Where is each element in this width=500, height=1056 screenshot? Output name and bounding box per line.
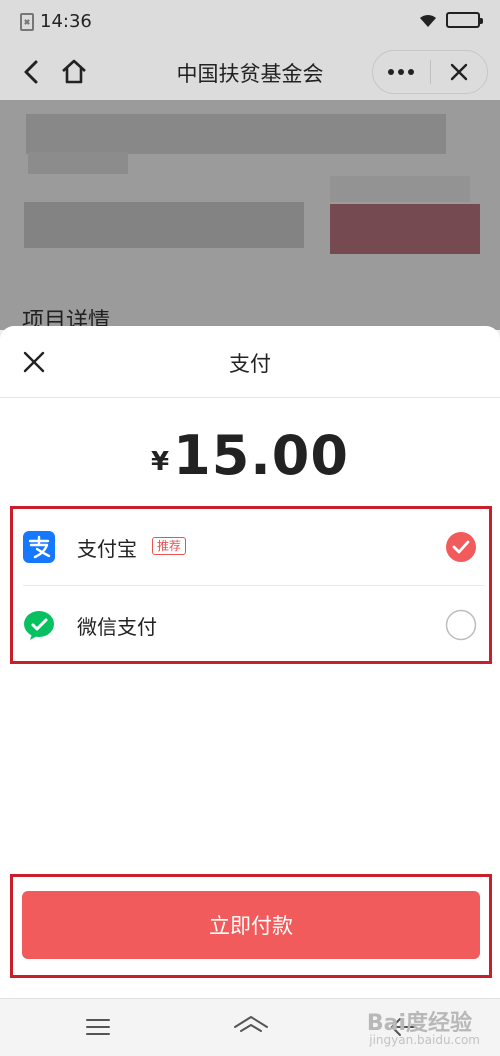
sheet-close-icon[interactable]: [18, 346, 50, 378]
home-icon[interactable]: [58, 56, 90, 88]
menu-icon[interactable]: [84, 1015, 112, 1039]
watermark-url: jingyan.baidu.com: [369, 1033, 480, 1047]
alipay-icon: [23, 531, 55, 563]
status-time: 14:36: [40, 11, 92, 32]
sheet-title: 支付: [229, 352, 271, 376]
payment-sheet: 支付 ¥15.00 支付宝 推荐 微信支付 立即付款: [0, 326, 500, 998]
status-bar: 14:36: [0, 0, 500, 44]
payment-method-alipay[interactable]: 支付宝 推荐: [13, 509, 489, 585]
checked-radio-icon[interactable]: [445, 531, 477, 563]
mini-program-capsule: [372, 50, 488, 94]
wifi-icon: [420, 14, 436, 27]
recommend-tag: 推荐: [152, 537, 187, 555]
method-divider: [23, 585, 485, 586]
payment-amount: ¥15.00: [0, 424, 500, 487]
wechat-pay-icon: [24, 611, 54, 640]
more-button[interactable]: [373, 51, 430, 93]
no-sim-icon: [20, 12, 34, 31]
payment-method-label: 微信支付: [77, 615, 157, 639]
payment-methods-highlight: 支付宝 推荐 微信支付: [10, 506, 492, 664]
close-icon: [450, 63, 467, 81]
status-left: 14:36: [20, 11, 92, 32]
battery-icon: [446, 12, 483, 28]
currency-symbol: ¥: [151, 447, 170, 477]
sheet-divider: [0, 397, 500, 398]
payment-method-wechat[interactable]: 微信支付: [13, 587, 489, 663]
pay-button-highlight: 立即付款: [10, 874, 492, 978]
close-button[interactable]: [430, 51, 487, 93]
status-right: [418, 12, 483, 28]
home-key-icon[interactable]: [232, 1013, 270, 1041]
back-icon[interactable]: [16, 56, 48, 88]
pay-now-button[interactable]: 立即付款: [22, 891, 480, 959]
modal-overlay[interactable]: [0, 100, 500, 330]
payment-method-label: 支付宝: [77, 537, 137, 561]
amount-value: 15.00: [173, 424, 349, 487]
unchecked-radio-icon[interactable]: [445, 609, 477, 641]
system-nav-bar: Bai度经验 jingyan.baidu.com: [0, 998, 500, 1056]
nav-bar: 中国扶贫基金会: [0, 44, 500, 100]
more-dots-icon: [388, 69, 415, 75]
